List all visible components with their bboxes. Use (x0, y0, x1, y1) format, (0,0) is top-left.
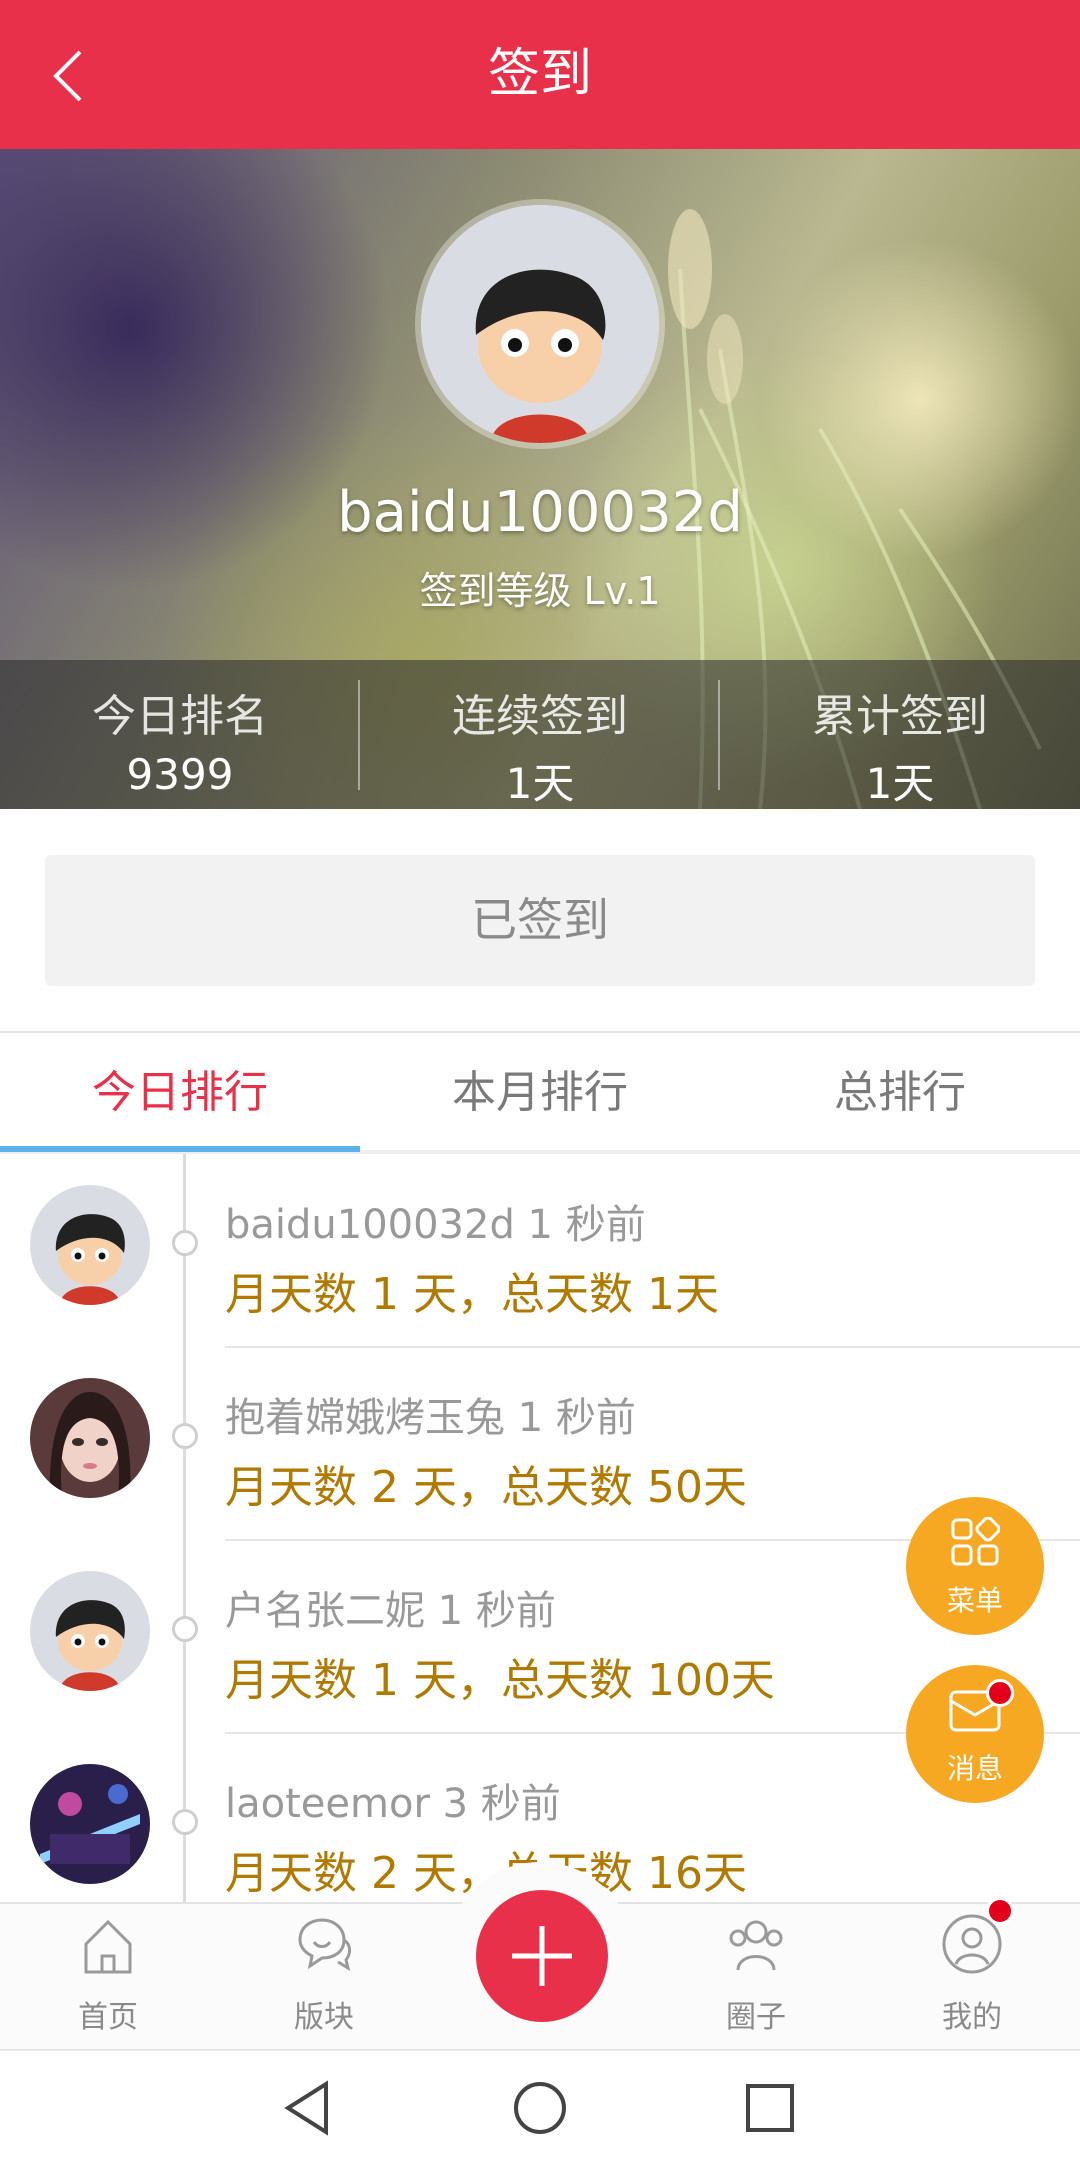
profile-badge (986, 1897, 1014, 1925)
menu-fab[interactable]: 菜单 (906, 1497, 1044, 1635)
divider (0, 1031, 1080, 1033)
stat-label: 今日排名 (92, 691, 268, 742)
stat-value: 1天 (505, 759, 575, 808)
stat-label: 累计签到 (812, 691, 988, 742)
timeline-dot (172, 1423, 198, 1449)
profile-avatar[interactable] (421, 205, 659, 443)
nav-home[interactable]: 首页 (0, 1910, 216, 2040)
nav-mine[interactable]: 我的 (864, 1910, 1080, 2040)
chat-icon (298, 1918, 352, 1972)
avatar[interactable] (30, 1764, 150, 1884)
recent-square-icon[interactable] (744, 2082, 796, 2134)
home-icon (84, 1919, 132, 1974)
tab-month-ranking[interactable]: 本月排行 (360, 1035, 720, 1150)
messages-fab[interactable]: 消息 (906, 1665, 1044, 1803)
messages-fab-label: 消息 (946, 1752, 1003, 1785)
menu-fab-label: 菜单 (946, 1584, 1003, 1617)
stat-value: 1天 (865, 759, 935, 808)
timeline-line (183, 1154, 186, 1902)
tab-active-indicator (0, 1146, 360, 1152)
add-button[interactable] (476, 1890, 608, 2022)
timeline-dot (172, 1616, 198, 1642)
ranking-name: laoteemor 3 秒前 (225, 1781, 561, 1827)
stat-consecutive: 连续签到 1天 (360, 660, 720, 809)
timeline-dot (172, 1809, 198, 1835)
group-icon (729, 1920, 783, 1971)
ranking-detail: 月天数 1 天，总天数 100天 (225, 1655, 775, 1706)
page-title: 签到 (487, 44, 592, 104)
nav-label: 我的 (942, 2000, 1002, 2035)
avatar[interactable] (30, 1378, 150, 1498)
nav-circles[interactable]: 圈子 (648, 1910, 864, 2040)
home-circle-icon[interactable] (512, 2080, 568, 2136)
nav-label: 版块 (294, 2000, 354, 2035)
back-icon[interactable] (48, 48, 88, 104)
add-icon (512, 1926, 572, 1986)
nav-label: 圈子 (726, 2000, 786, 2035)
stat-value: 9399 (126, 750, 234, 799)
row-divider (225, 1346, 1080, 1348)
nav-label: 首页 (78, 2000, 138, 2035)
ranking-name: baidu100032d 1 秒前 (225, 1202, 646, 1248)
tab-today-ranking[interactable]: 今日排行 (0, 1035, 360, 1150)
profile-username: baidu100032d (337, 480, 743, 545)
stat-today-rank: 今日排名 9399 (0, 660, 360, 809)
menu-grid-icon (951, 1517, 1000, 1566)
signed-button[interactable]: 已签到 (45, 855, 1035, 986)
ranking-detail: 月天数 2 天，总天数 50天 (225, 1462, 747, 1513)
stat-total: 累计签到 1天 (720, 660, 1080, 809)
tab-total-ranking[interactable]: 总排行 (720, 1035, 1080, 1150)
stat-label: 连续签到 (452, 691, 628, 742)
timeline-dot (172, 1230, 198, 1256)
avatar[interactable] (30, 1185, 150, 1305)
ranking-detail: 月天数 1 天，总天数 1天 (225, 1269, 719, 1320)
profile-level: 签到等级 Lv.1 (419, 569, 661, 613)
ranking-name: 抱着嫦娥烤玉兔 1 秒前 (225, 1395, 636, 1441)
message-badge (986, 1679, 1014, 1707)
avatar[interactable] (30, 1571, 150, 1691)
nav-boards[interactable]: 版块 (216, 1910, 432, 2040)
back-triangle-icon[interactable] (282, 2080, 332, 2136)
ranking-name: 户名张二妮 1 秒前 (225, 1588, 556, 1634)
